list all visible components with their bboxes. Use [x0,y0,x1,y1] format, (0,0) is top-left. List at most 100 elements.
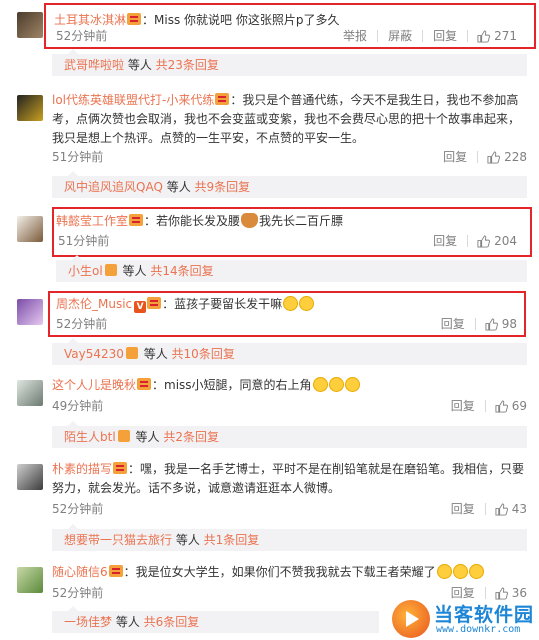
avatar[interactable] [17,216,43,242]
reply-count[interactable]: 共6条回复 [144,615,200,629]
timestamp: 49分钟前 [52,399,104,413]
comment-meta: 52分钟前 回复 43 [52,501,527,517]
reply-button[interactable]: 回复 [433,151,479,163]
like-button[interactable]: 43 [486,501,527,517]
thumbs-up-icon [477,29,491,43]
reply-count[interactable]: 共9条回复 [195,180,251,194]
comment-meta: 49分钟前 回复 69 [52,398,527,414]
username[interactable]: 朴素的描写 [52,462,112,476]
block-button[interactable]: 屏蔽 [378,30,424,42]
member-badge-icon [129,214,144,226]
reply-summary[interactable]: 小生ol 等人 共14条回复 [56,255,527,282]
sad-emoji-icon [468,564,484,579]
like-button[interactable]: 98 [476,316,517,332]
timestamp: 52分钟前 [56,317,108,331]
username[interactable]: 韩懿莹工作室 [56,214,128,228]
avatar[interactable] [17,299,43,325]
report-button[interactable]: 举报 [333,30,379,42]
laughing-emoji-icon [344,377,360,392]
comment-body: 朴素的描写 ：嘿，我是一名手艺博士，平时不是在削铅笔就是在磨铅笔。我相信，只要努力… [52,462,525,495]
reply-button[interactable]: 回复 [423,235,469,247]
thumbs-up-icon [495,399,508,413]
member-badge-icon [125,347,138,359]
like-count: 69 [511,399,527,413]
like-count: 271 [494,29,517,43]
comment-meta: 51分钟前 回复 228 [52,149,527,165]
reply-button[interactable]: 回复 [431,318,476,330]
avatar[interactable] [17,12,43,38]
avatar[interactable] [17,380,43,406]
comment-text: 若你能长发及腰 [156,214,241,228]
reply-user[interactable]: 小生ol [68,264,103,278]
comment-body: 韩懿莹工作室 ：若你能长发及腰 我先长二百斤膘 [56,213,344,228]
comment-actions: 回复 228 [433,149,527,165]
reply-summary[interactable]: 一场佳梦 等人 共6条回复 [52,606,379,633]
watermark-title: 当客软件园 [434,604,535,626]
reply-count[interactable]: 共23条回复 [156,58,219,72]
reply-button[interactable]: 回复 [441,400,486,412]
reply-count[interactable]: 共2条回复 [163,430,219,444]
like-count: 228 [504,150,527,164]
comment-actions: 回复 69 [441,398,527,414]
like-button[interactable]: 69 [486,398,527,414]
like-button[interactable]: 204 [468,233,517,249]
reply-count[interactable]: 共10条回复 [172,347,235,361]
comment-body: 周杰伦_Music V ：蓝孩子要留长发干嘛 [56,295,527,314]
avatar[interactable] [17,464,43,490]
comment-body: 随心随信6 ：我是位女大学生，如果你们不赞我我就去下载王者荣耀了 [52,563,527,582]
cat-emoji-icon [241,213,259,228]
like-button[interactable]: 271 [468,28,517,44]
like-count: 98 [501,317,517,331]
comment-body: lol代练英雄联盟代打-小来代练 ：我只是个普通代练，今天不是我生日，我也不参加高… [52,93,521,145]
comment-actions: 举报 屏蔽 回复 271 [333,28,517,44]
username[interactable]: lol代练英雄联盟代打-小来代练 [52,93,214,107]
like-count: 204 [494,234,517,248]
member-badge-icon [113,462,128,474]
laughing-emoji-icon [328,377,344,392]
member-badge-icon [104,264,117,276]
member-badge-icon [137,378,152,390]
reply-summary[interactable]: 想要带一只猫去旅行 等人 共1条回复 [52,524,527,551]
username[interactable]: 这个人儿是晚秋 [52,378,136,392]
member-badge-icon [108,565,123,577]
sad-emoji-icon [452,564,468,579]
avatar[interactable] [17,567,43,593]
avatar[interactable] [17,95,43,121]
emoji-icon [283,296,299,311]
comment-text: miss小短腿，同意的右上角 [164,378,312,392]
username[interactable]: 周杰伦_Music [56,297,132,311]
laughing-emoji-icon [312,377,328,392]
timestamp: 52分钟前 [52,586,104,600]
member-badge-icon [215,93,230,105]
reply-user[interactable]: 想要带一只猫去旅行 [64,533,172,547]
thumbs-up-icon [485,317,498,331]
reply-user[interactable]: 一场佳梦 [64,615,112,629]
reply-summary[interactable]: 武哥哗啦啦 等人 共23条回复 [52,49,527,76]
reply-summary[interactable]: 风中追风追风QAQ 等人 共9条回复 [52,171,527,198]
comment-body: 这个人儿是晚秋 ：miss小短腿，同意的右上角 [52,376,527,395]
comment-meta: 52分钟前 举报 屏蔽 回复 271 [56,28,517,44]
reply-count[interactable]: 共14条回复 [150,264,213,278]
member-badge-icon [147,297,162,309]
reply-user[interactable]: 风中追风追风QAQ [64,180,163,194]
reply-button[interactable]: 回复 [441,503,486,515]
username[interactable]: 随心随信6 [52,565,108,579]
comment-actions: 回复 204 [423,233,517,249]
reply-user[interactable]: Vay54230 [64,347,124,361]
reply-button[interactable]: 回复 [423,30,469,42]
like-button[interactable]: 228 [478,149,527,165]
verified-badge-icon: V [134,301,147,313]
reply-summary[interactable]: Vay54230 等人 共10条回复 [52,338,527,365]
username[interactable]: 土耳其冰淇淋 [54,13,126,27]
reply-summary[interactable]: 陌生人btl 等人 共2条回复 [52,421,527,448]
comment-meta: 51分钟前 回复 204 [58,233,517,249]
reply-user[interactable]: 武哥哗啦啦 [64,58,124,72]
site-watermark: 当客软件园 www.downkr.com [384,598,539,640]
reply-user[interactable]: 陌生人btl [64,430,116,444]
thumbs-up-icon [477,234,491,248]
timestamp: 51分钟前 [58,234,110,248]
reply-count[interactable]: 共1条回复 [204,533,260,547]
member-badge-icon [117,430,130,442]
comment-text-tail: 我先长二百斤膘 [259,214,344,228]
timestamp: 52分钟前 [56,29,108,43]
